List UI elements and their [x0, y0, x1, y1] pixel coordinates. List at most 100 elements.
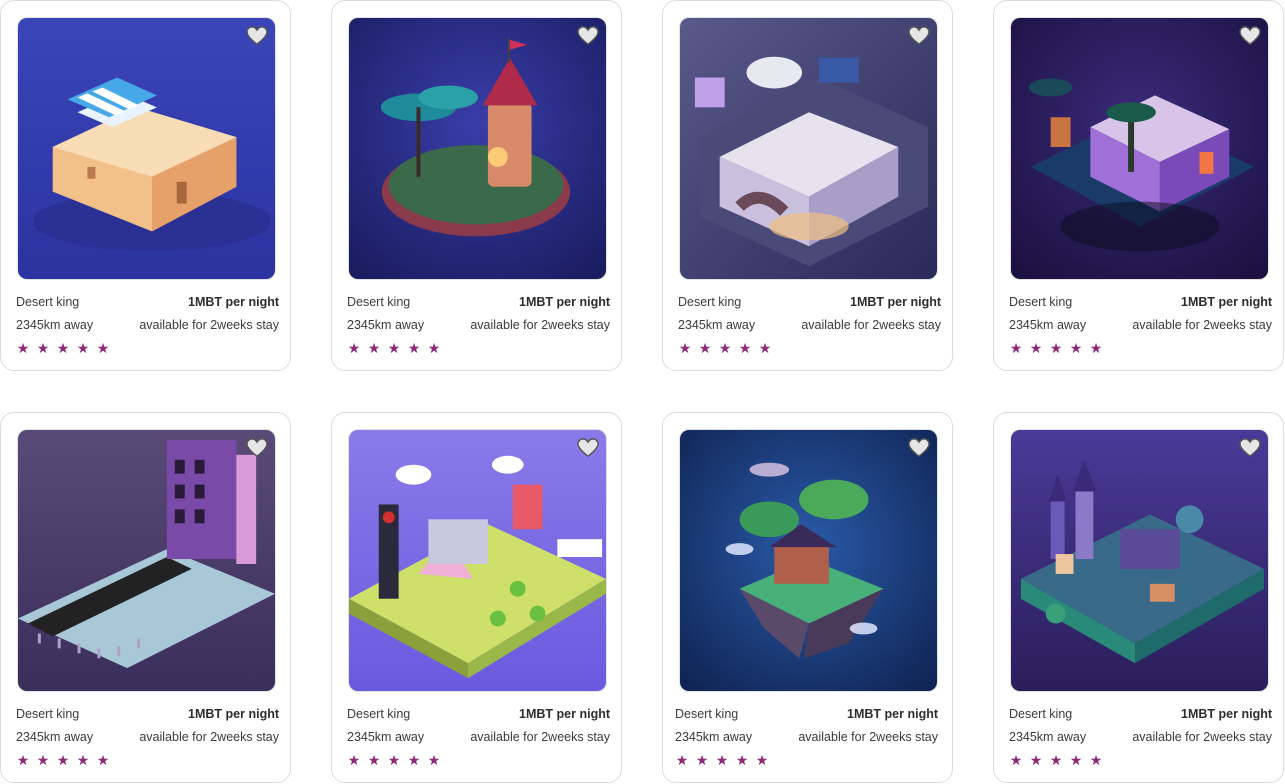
listing-info: Desert king 1MBT per night 2345km away a… — [347, 707, 610, 767]
listing-distance: 2345km away — [1009, 730, 1087, 744]
listing-info: Desert king 1MBT per night 2345km away a… — [16, 707, 279, 767]
listing-price: 1MBT per night — [1181, 295, 1272, 309]
star-icon: ★ — [16, 340, 30, 356]
listing-image[interactable] — [348, 17, 607, 280]
star-icon: ★ — [698, 340, 712, 356]
star-icon: ★ — [755, 752, 769, 768]
listing-name: Desert king — [678, 295, 742, 309]
star-icon: ★ — [1029, 340, 1043, 356]
star-icon: ★ — [738, 340, 752, 356]
listing-name: Desert king — [347, 707, 411, 721]
listing-image[interactable] — [1010, 17, 1269, 280]
heart-icon — [577, 26, 599, 46]
favorite-button[interactable] — [246, 438, 268, 458]
listing-price: 1MBT per night — [1181, 707, 1272, 721]
listing-availability: available for 2weeks stay — [139, 318, 279, 332]
star-icon: ★ — [675, 752, 689, 768]
favorite-button[interactable] — [908, 438, 930, 458]
star-icon: ★ — [678, 340, 692, 356]
rating-stars: ★ ★ ★ ★ ★ — [347, 341, 610, 355]
star-icon: ★ — [718, 340, 732, 356]
listing-image[interactable] — [17, 429, 276, 692]
heart-icon — [1239, 26, 1261, 46]
listing-availability: available for 2weeks stay — [470, 318, 610, 332]
listing-info: Desert king 1MBT per night 2345km away a… — [1009, 707, 1272, 767]
star-icon: ★ — [1069, 340, 1083, 356]
rating-stars: ★ ★ ★ ★ ★ — [16, 341, 279, 355]
heart-icon — [246, 26, 268, 46]
star-icon: ★ — [1089, 340, 1103, 356]
rating-stars: ★ ★ ★ ★ ★ — [347, 753, 610, 767]
star-icon: ★ — [347, 340, 361, 356]
rating-stars: ★ ★ ★ ★ ★ — [16, 753, 279, 767]
star-icon: ★ — [758, 340, 772, 356]
star-icon: ★ — [367, 752, 381, 768]
listing-card[interactable]: Desert king 1MBT per night 2345km away a… — [993, 412, 1284, 783]
star-icon: ★ — [1069, 752, 1083, 768]
listing-card[interactable]: Desert king 1MBT per night 2345km away a… — [331, 412, 622, 783]
listing-distance: 2345km away — [678, 318, 756, 332]
star-icon: ★ — [96, 752, 110, 768]
listing-distance: 2345km away — [16, 730, 94, 744]
star-icon: ★ — [387, 340, 401, 356]
listing-name: Desert king — [675, 707, 739, 721]
listing-image[interactable] — [17, 17, 276, 280]
rating-stars: ★ ★ ★ ★ ★ — [1009, 341, 1272, 355]
listing-name: Desert king — [1009, 707, 1073, 721]
listing-availability: available for 2weeks stay — [139, 730, 279, 744]
listing-name: Desert king — [347, 295, 411, 309]
listing-price: 1MBT per night — [188, 707, 279, 721]
listing-card[interactable]: Desert king 1MBT per night 2345km away a… — [0, 0, 291, 371]
star-icon: ★ — [16, 752, 30, 768]
star-icon: ★ — [735, 752, 749, 768]
heart-icon — [577, 438, 599, 458]
listing-availability: available for 2weeks stay — [1132, 730, 1272, 744]
listing-availability: available for 2weeks stay — [798, 730, 938, 744]
listing-distance: 2345km away — [1009, 318, 1087, 332]
favorite-button[interactable] — [908, 26, 930, 46]
listing-card[interactable]: Desert king 1MBT per night 2345km away a… — [662, 0, 953, 371]
favorite-button[interactable] — [246, 26, 268, 46]
listing-price: 1MBT per night — [519, 295, 610, 309]
star-icon: ★ — [367, 340, 381, 356]
star-icon: ★ — [56, 752, 70, 768]
star-icon: ★ — [1089, 752, 1103, 768]
listing-price: 1MBT per night — [850, 295, 941, 309]
listing-distance: 2345km away — [347, 318, 425, 332]
listing-availability: available for 2weeks stay — [470, 730, 610, 744]
listing-card[interactable]: Desert king 1MBT per night 2345km away a… — [0, 412, 291, 783]
listing-distance: 2345km away — [347, 730, 425, 744]
star-icon: ★ — [76, 752, 90, 768]
star-icon: ★ — [407, 340, 421, 356]
star-icon: ★ — [1009, 752, 1023, 768]
star-icon: ★ — [96, 340, 110, 356]
listing-image[interactable] — [679, 17, 938, 280]
listing-image[interactable] — [1010, 429, 1269, 692]
listing-card[interactable]: Desert king 1MBT per night 2345km away a… — [331, 0, 622, 371]
rating-stars: ★ ★ ★ ★ ★ — [678, 341, 941, 355]
listing-distance: 2345km away — [675, 730, 753, 744]
heart-icon — [246, 438, 268, 458]
listing-price: 1MBT per night — [847, 707, 938, 721]
favorite-button[interactable] — [577, 438, 599, 458]
favorite-button[interactable] — [577, 26, 599, 46]
listing-availability: available for 2weeks stay — [801, 318, 941, 332]
favorite-button[interactable] — [1239, 438, 1261, 458]
listing-price: 1MBT per night — [188, 295, 279, 309]
listing-image[interactable] — [679, 429, 938, 692]
heart-icon — [908, 26, 930, 46]
star-icon: ★ — [715, 752, 729, 768]
star-icon: ★ — [76, 340, 90, 356]
star-icon: ★ — [36, 340, 50, 356]
star-icon: ★ — [347, 752, 361, 768]
listing-grid: Desert king 1MBT per night 2345km away a… — [0, 0, 1285, 784]
listing-info: Desert king 1MBT per night 2345km away a… — [678, 295, 941, 355]
rating-stars: ★ ★ ★ ★ ★ — [675, 753, 938, 767]
star-icon: ★ — [1049, 340, 1063, 356]
listing-info: Desert king 1MBT per night 2345km away a… — [1009, 295, 1272, 355]
listing-card[interactable]: Desert king 1MBT per night 2345km away a… — [993, 0, 1284, 371]
star-icon: ★ — [695, 752, 709, 768]
listing-card[interactable]: Desert king 1MBT per night 2345km away a… — [662, 412, 953, 783]
favorite-button[interactable] — [1239, 26, 1261, 46]
listing-image[interactable] — [348, 429, 607, 692]
